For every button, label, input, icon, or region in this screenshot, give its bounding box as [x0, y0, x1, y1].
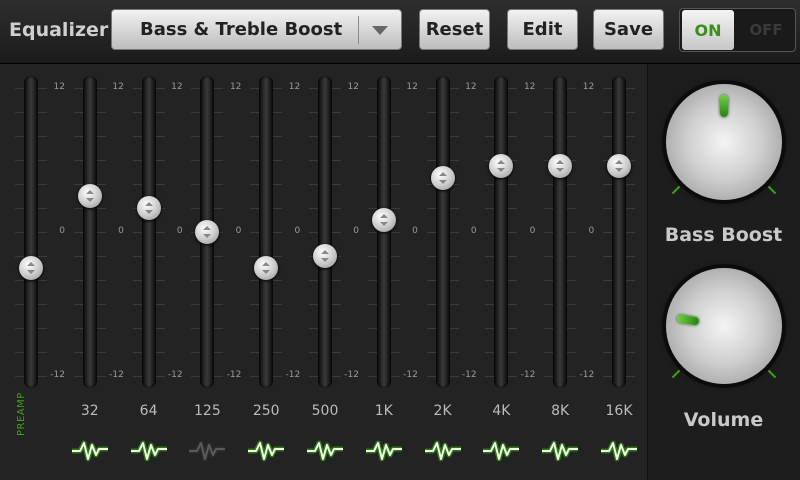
slider-track[interactable]: [553, 76, 568, 388]
preset-dropdown[interactable]: Bass & Treble Boost: [111, 9, 402, 50]
slider-track[interactable]: [494, 76, 509, 388]
dropdown-divider: [358, 16, 359, 44]
scale-label-bottom: -12: [226, 370, 242, 380]
band-frequency-label: 64: [139, 403, 158, 419]
slider-track[interactable]: [24, 76, 38, 388]
toggle-on[interactable]: ON: [682, 10, 734, 50]
edit-button[interactable]: Edit: [507, 9, 578, 50]
bass-boost-label: Bass Boost: [664, 224, 783, 246]
volume-dial[interactable]: [666, 268, 782, 384]
scale-label-mid: 0: [529, 226, 536, 236]
bass-boost-dial[interactable]: [666, 84, 782, 200]
band-frequency-label: 32: [80, 403, 99, 419]
scale-label-top: 12: [582, 82, 595, 92]
band-frequency-label: 1K: [374, 403, 393, 419]
scale-label-top: 12: [171, 82, 183, 92]
save-button[interactable]: Save: [593, 9, 664, 50]
scale-label-bottom: -12: [109, 370, 124, 380]
slider-track[interactable]: [259, 76, 274, 388]
volume-label: Volume: [683, 409, 764, 431]
chevron-down-icon: [372, 26, 388, 35]
scale-label-top: 12: [288, 82, 301, 92]
scale-label-top: 12: [347, 82, 359, 92]
band-wave-icon[interactable]: [246, 435, 286, 465]
scale-label-mid: 0: [176, 226, 183, 236]
band-slider-thumb[interactable]: [548, 154, 573, 178]
scale-label-mid: 0: [470, 226, 477, 236]
scale-label-top: 12: [112, 82, 124, 92]
scale-label-mid: 0: [588, 226, 595, 236]
preamp-slider-thumb[interactable]: [19, 256, 43, 280]
band-frequency-label: 500: [311, 403, 339, 419]
scale-label-mid: 0: [353, 226, 359, 236]
top-bar: Equalizer Bass & Treble Boost Reset Edit…: [0, 0, 800, 64]
band-wave-icon[interactable]: [129, 435, 169, 465]
app-title: Equalizer: [9, 19, 109, 41]
scale-label-top: 12: [229, 82, 242, 92]
preamp-label: PREAMP: [16, 392, 27, 436]
band-slider-thumb[interactable]: [313, 244, 337, 268]
scale-label-mid: 0: [294, 226, 301, 236]
band-wave-icon[interactable]: [305, 435, 345, 465]
band-wave-icon[interactable]: [187, 435, 227, 465]
scale-label-mid: 0: [235, 226, 242, 236]
band-wave-icon[interactable]: [599, 435, 639, 465]
band-frequency-label: 250: [252, 403, 280, 419]
band-wave-icon[interactable]: [70, 435, 110, 465]
band-wave-icon[interactable]: [540, 435, 580, 465]
band-wave-icon[interactable]: [364, 435, 404, 465]
band-slider-thumb[interactable]: [430, 166, 455, 190]
band-wave-icon[interactable]: [423, 435, 463, 465]
band-slider-thumb[interactable]: [77, 184, 102, 208]
scale-label-bottom: -12: [520, 370, 536, 380]
scale-label-top: 12: [523, 82, 536, 92]
band-frequency-label: 8K: [551, 403, 570, 419]
scale-label-bottom: -12: [285, 370, 301, 380]
scale-label-top: 12: [406, 82, 418, 92]
scale-label-mid: 0: [412, 226, 418, 236]
scale-label-top: 12: [53, 82, 65, 92]
scale-label-mid: 0: [118, 226, 124, 236]
band-frequency-label: 125: [194, 403, 221, 419]
band-wave-icon[interactable]: [481, 435, 521, 465]
scale-label-top: 12: [465, 82, 477, 92]
scale-label-bottom: -12: [403, 370, 418, 380]
toggle-off[interactable]: OFF: [740, 10, 792, 50]
slider-track[interactable]: [318, 76, 332, 388]
power-toggle[interactable]: ON OFF: [679, 8, 796, 52]
band-frequency-label: 16K: [605, 403, 633, 419]
scale-label-bottom: -12: [461, 370, 477, 380]
scale-label-mid: 0: [59, 226, 65, 236]
slider-track[interactable]: [612, 76, 626, 388]
band-slider-thumb[interactable]: [371, 208, 396, 232]
slider-track[interactable]: [141, 76, 156, 388]
scale-label-bottom: -12: [579, 370, 595, 380]
preset-label: Bass & Treble Boost: [140, 19, 343, 40]
band-slider-thumb[interactable]: [254, 256, 279, 280]
reset-button[interactable]: Reset: [419, 9, 490, 50]
scale-label-bottom: -12: [50, 370, 65, 380]
dial-marker-icon: [676, 314, 700, 327]
scale-label-bottom: -12: [167, 370, 183, 380]
slider-track[interactable]: [376, 76, 391, 388]
band-slider-thumb[interactable]: [607, 154, 631, 178]
band-slider-thumb[interactable]: [136, 196, 161, 220]
band-frequency-label: 2K: [433, 403, 452, 419]
band-frequency-label: 4K: [492, 403, 511, 419]
slider-track[interactable]: [435, 76, 450, 388]
slider-track[interactable]: [82, 76, 97, 388]
dial-marker-icon: [720, 95, 728, 117]
scale-label-bottom: -12: [344, 370, 359, 380]
